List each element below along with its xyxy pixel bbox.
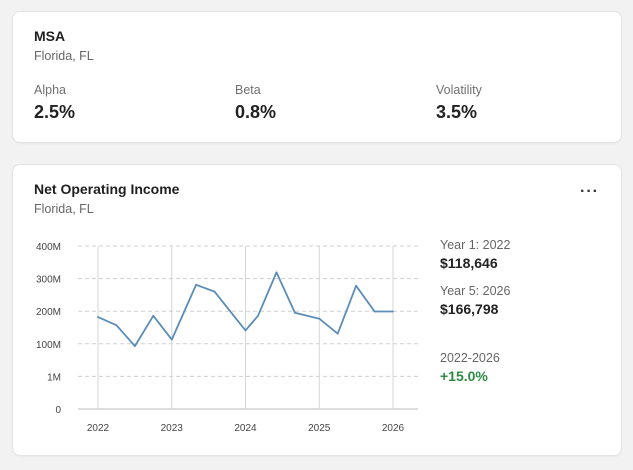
data-point (97, 316, 99, 318)
x-tick-label: 2026 (382, 423, 405, 434)
y-tick-label: 300M (36, 275, 61, 286)
data-point (232, 313, 234, 316)
data-point (336, 332, 339, 335)
data-point (294, 311, 296, 314)
data-point (257, 314, 259, 317)
metric-beta-label: Beta (235, 83, 261, 97)
range-stat: 2022-2026 +15.0% (440, 351, 500, 384)
data-point (244, 329, 247, 332)
x-tick-label: 2024 (234, 423, 257, 434)
data-point (318, 317, 321, 320)
data-point (195, 283, 197, 286)
y-tick-label: 0 (55, 405, 61, 416)
data-point (133, 345, 136, 348)
year5-stat: Year 5: 2026 $166,798 (440, 284, 510, 317)
data-point (115, 324, 118, 327)
noi-card: Net Operating Income Florida, FL ··· 0 1M… (12, 164, 622, 456)
data-point (355, 284, 358, 287)
y-tick-label: 400M (36, 242, 61, 253)
data-point (170, 338, 173, 341)
range-label: 2022-2026 (440, 351, 500, 365)
y-tick-label: 100M (36, 340, 61, 351)
y-tick-label: 200M (36, 307, 61, 318)
metric-alpha-value: 2.5% (34, 102, 76, 122)
metric-volatility: Volatility 3.5% (436, 83, 482, 123)
msa-location: Florida, FL (34, 49, 94, 63)
metric-volatility-label: Volatility (436, 83, 482, 97)
noi-line-chart: 0 1M 100M 200M 300M 400M 2022 2023 2024 2025 2026 (36, 242, 418, 434)
data-point (275, 271, 278, 274)
data-point (213, 290, 216, 293)
metric-beta: Beta 0.8% (235, 83, 276, 123)
metric-alpha-label: Alpha (34, 83, 66, 97)
year1-stat: Year 1: 2022 $118,646 (440, 238, 510, 271)
x-tick-label: 2022 (87, 423, 110, 434)
x-tick-label: 2023 (161, 423, 184, 434)
data-point (152, 314, 155, 317)
year5-value: $166,798 (440, 301, 499, 317)
range-change-value: +15.0% (440, 368, 488, 384)
msa-title: MSA (34, 28, 66, 44)
data-point (392, 310, 394, 313)
data-point (373, 310, 376, 313)
y-tick-label: 1M (47, 372, 61, 383)
year1-value: $118,646 (440, 255, 498, 271)
metric-beta-value: 0.8% (235, 102, 277, 122)
msa-card: MSA Florida, FL Alpha 2.5% Beta 0.8% Vol… (12, 11, 622, 143)
metric-volatility-value: 3.5% (436, 102, 478, 122)
year1-label: Year 1: 2022 (440, 238, 511, 252)
year5-label: Year 5: 2026 (440, 284, 511, 298)
metric-alpha: Alpha 2.5% (34, 83, 75, 123)
x-tick-label: 2025 (308, 423, 331, 434)
